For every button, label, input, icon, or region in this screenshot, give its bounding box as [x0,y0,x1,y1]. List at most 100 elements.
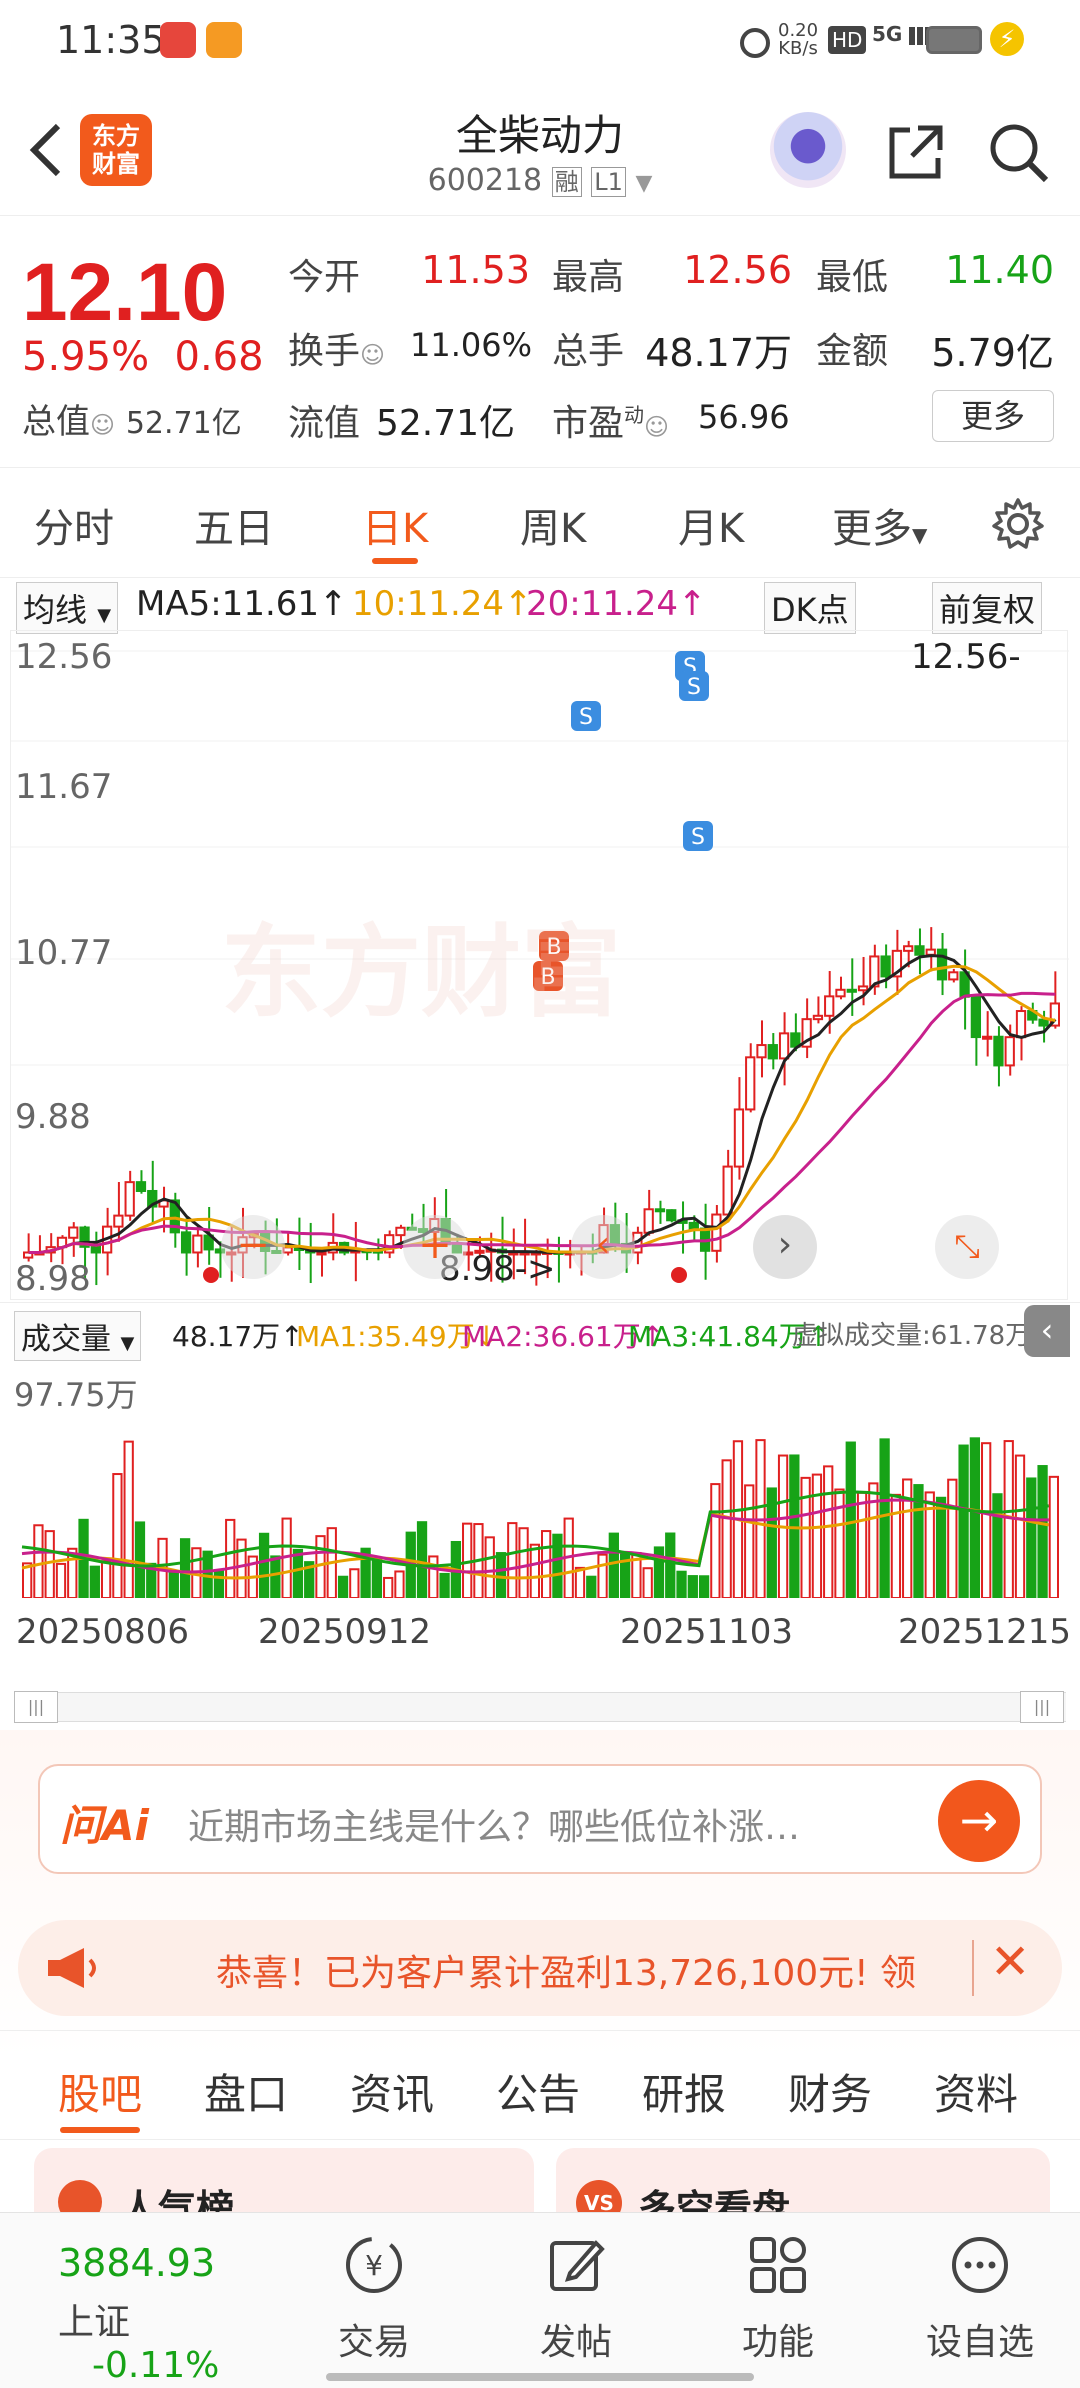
zoom-in-button[interactable]: + [403,1215,467,1279]
sell-signal-badge[interactable]: S [679,671,709,701]
zoom-out-button[interactable]: − [221,1215,285,1279]
range-scroller[interactable]: ||| ||| [14,1691,1066,1723]
tab-profile[interactable]: 资料 [934,2061,1018,2122]
tab-finance[interactable]: 财务 [788,2061,872,2122]
ai-submit-arrow-icon[interactable]: → [938,1780,1020,1862]
collapse-panel-icon[interactable]: ‹ [1024,1305,1070,1357]
ai-assistant-icon[interactable] [770,112,846,188]
volume-bar [1026,1477,1037,1599]
date-label-3: 20251103 [620,1612,794,1652]
nav-functions[interactable]: 功能 [708,2233,848,2365]
ma-selector[interactable]: 均线 ▼ [16,582,119,634]
sell-signal-badge[interactable]: S [683,821,713,851]
ma10-value: 10:11.24↑ [352,584,533,624]
tab-monthly-k[interactable]: 月K [678,496,744,554]
watermark: 东方财富 [221,914,621,1031]
total-market-cap: 总值☺ 52.71亿 [22,394,242,443]
promo-banner[interactable]: 恭喜！已为客户累计盈利13,726,100元! 领 ✕ [18,1920,1062,2016]
tab-intraday[interactable]: 分时 [34,496,114,554]
nav-post[interactable]: 发帖 [506,2233,646,2365]
volume-bar [168,1571,179,1599]
candlestick [1015,1006,1027,1061]
volume-svg [21,1437,1060,1600]
volume-bar [439,1572,450,1599]
volume-bar [44,1530,55,1599]
nav-trade[interactable]: ¥ 交易 [304,2233,444,2365]
close-icon[interactable]: ✕ [990,1934,1030,1990]
volume-bar [134,1521,146,1599]
tab-more-label: 更多 [832,506,912,552]
index-widget[interactable]: 3884.93 上证 -0.11% [58,2241,288,2386]
tab-announcements[interactable]: 公告 [496,2061,580,2122]
tab-pankou[interactable]: 盘口 [204,2061,288,2122]
high-label: 最高 [552,257,625,298]
volume-legend: 成交量 ▼ 48.17万↑ MA1:35.49万↓ MA2:36.61万↑ MA… [0,1302,1080,1361]
sell-signal-badge[interactable]: S [571,701,601,731]
popularity-card[interactable]: 人气榜 [34,2148,534,2212]
volume-bar [608,1532,619,1600]
volume-bar [428,1555,439,1599]
volume-bar [574,1566,586,1599]
next-page-button[interactable]: › [753,1215,817,1279]
volume-bar [586,1575,597,1599]
volume-label: 总手 [552,331,625,372]
battery-icon [926,26,982,54]
net-speed: 0.20 KB/s [778,22,818,58]
net-speed-unit: KB/s [778,38,818,59]
y-label-3: 10.77 [15,933,113,973]
low-value: 11.40 [945,248,1054,292]
volume-bar [1014,1454,1026,1600]
candlestick [305,1222,316,1284]
share-icon[interactable] [884,120,948,184]
quote-panel: 12.10 5.95% 0.68 总值☺ 52.71亿 今开 11.53 最高 … [0,218,1080,468]
search-icon[interactable] [986,120,1050,184]
margin-tag: 融 [551,167,582,197]
candlestick [778,1012,790,1086]
float-cap-value: 52.71亿 [376,403,516,444]
index-line: 上证 -0.11% [58,2293,288,2386]
volume-chart[interactable]: 97.75万 [10,1358,1068,1600]
adjust-button[interactable]: 前复权 [932,582,1043,634]
price-change: 5.95% 0.68 [22,334,264,380]
tab-daily-k[interactable]: 日K [362,496,428,564]
volume-bar [270,1555,281,1600]
fullscreen-icon[interactable]: ⤡ [935,1215,999,1279]
candlestick [68,1222,79,1257]
bull-bear-title: 多空看盘 [638,2187,791,2212]
settings-gear-icon[interactable] [990,496,1046,552]
volume-bar [112,1473,123,1599]
high-value: 12.56 [683,248,792,292]
tab-guba[interactable]: 股吧 [58,2061,142,2133]
ai-question-box[interactable]: 问Ai 近期市场主线是什么？哪些低位补涨… → [38,1764,1042,1874]
ai-prompt-text[interactable]: 近期市场主线是什么？哪些低位补涨… [188,1798,800,1850]
candlestick [970,995,982,1066]
candlestick [327,1213,338,1261]
tab-research[interactable]: 研报 [642,2061,726,2122]
scroller-right-handle[interactable]: ||| [1020,1691,1064,1723]
last-price: 12.10 [22,247,228,338]
candlestick [135,1170,147,1194]
bull-bear-card[interactable]: VS 多空看盘 [556,2148,1050,2212]
tab-news[interactable]: 资讯 [350,2061,434,2122]
volume-selector[interactable]: 成交量 ▼ [14,1311,142,1361]
prev-page-button[interactable]: ‹ [571,1215,635,1279]
candlestick [733,1077,745,1180]
turnover-label-text: 换手 [288,331,361,372]
open-value: 11.53 [421,248,530,292]
dk-point-button[interactable]: DK点 [764,582,856,634]
more-button[interactable]: 更多 [932,390,1054,442]
candlestick [948,968,959,983]
tab-five-day[interactable]: 五日 [194,496,274,554]
tab-more[interactable]: 更多▼ [832,496,927,554]
y-label-2: 11.67 [15,767,113,807]
dot-right [671,1267,687,1283]
tab-weekly-k[interactable]: 周K [520,496,586,554]
volume-bar [947,1478,958,1599]
candlestick [767,1033,778,1070]
volume-bar [642,1567,653,1599]
nav-add-watchlist[interactable]: 设自选 [910,2233,1050,2365]
scroller-left-handle[interactable]: ||| [14,1691,58,1723]
kline-chart[interactable]: SSSSBB 东方财富 12.56 11.67 10.77 9.88 8.98 … [10,630,1069,1300]
volume-bar [394,1570,405,1599]
kline-tabs: 分时 五日 日K 周K 月K 更多▼ [0,468,1080,578]
